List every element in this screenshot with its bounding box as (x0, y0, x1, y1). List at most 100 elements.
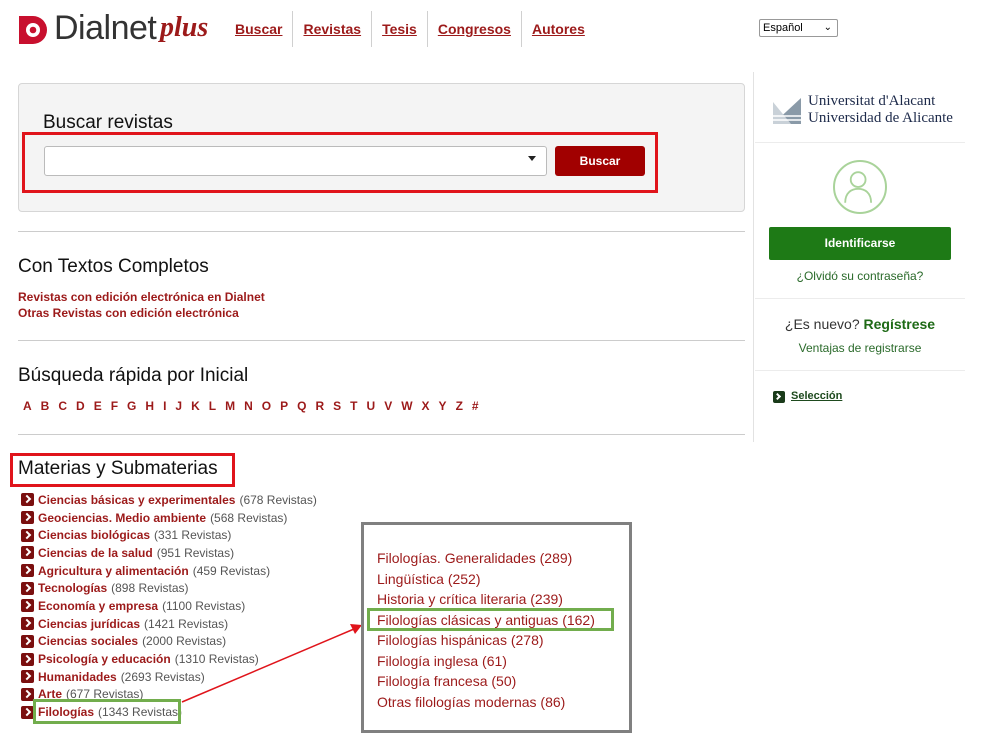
subject-count: (951 Revistas) (156, 545, 235, 560)
expand-arrow-icon[interactable] (21, 634, 34, 648)
highlight-subjects-frame (10, 453, 235, 487)
letter-link[interactable]: I (163, 399, 166, 413)
highlight-filologias-frame (33, 699, 181, 724)
register-prompt: ¿Es nuevo? Regístrese (769, 316, 951, 332)
subject-name[interactable]: Psicología y educación (38, 652, 171, 666)
subject-item[interactable]: Economía y empresa (1100 Revistas) (21, 597, 317, 615)
letter-link[interactable]: X (422, 399, 430, 413)
subject-item[interactable]: Geociencias. Medio ambiente (568 Revistas… (21, 509, 317, 527)
subject-name[interactable]: Ciencias jurídicas (38, 617, 140, 631)
expand-arrow-icon[interactable] (21, 670, 34, 684)
letter-link[interactable]: Z (456, 399, 463, 413)
logo-plus: plus (160, 12, 209, 43)
subject-count: (1100 Revistas) (162, 598, 246, 613)
expand-arrow-icon[interactable] (21, 493, 34, 507)
expand-arrow-icon[interactable] (21, 652, 34, 666)
letter-link[interactable]: V (384, 399, 392, 413)
submateria-item[interactable]: Lingüística (252) (377, 569, 595, 590)
letter-link[interactable]: Y (439, 399, 447, 413)
university-line-1: Universitat d'Alacant (808, 93, 936, 109)
dialnet-logo-icon (19, 16, 47, 44)
logo-text[interactable]: Dialnet (54, 9, 157, 48)
expand-arrow-icon[interactable] (21, 564, 34, 578)
letter-link[interactable]: L (209, 399, 216, 413)
subject-name[interactable]: Ciencias de la salud (38, 546, 153, 560)
letter-link[interactable]: S (333, 399, 341, 413)
link-other-electronic[interactable]: Otras Revistas con edición electrónica (18, 306, 239, 320)
expand-arrow-icon[interactable] (21, 511, 34, 525)
expand-arrow-icon[interactable] (21, 546, 34, 560)
university-name: Universitat d'Alacant Universidad de Ali… (808, 93, 953, 127)
letter-link[interactable]: R (315, 399, 324, 413)
selection-link[interactable]: Selección (791, 390, 842, 402)
letter-link[interactable]: W (401, 399, 412, 413)
nav-tesis[interactable]: Tesis (372, 11, 428, 47)
letter-link[interactable]: N (244, 399, 253, 413)
subject-item[interactable]: Agricultura y alimentación (459 Revistas) (21, 562, 317, 580)
subject-count: (459 Revistas) (192, 563, 271, 578)
letter-link[interactable]: # (472, 399, 479, 413)
subject-item[interactable]: Tecnologías (898 Revistas) (21, 579, 317, 597)
letter-link[interactable]: U (367, 399, 376, 413)
subject-name[interactable]: Ciencias básicas y experimentales (38, 493, 235, 507)
subject-count: (898 Revistas) (111, 581, 189, 596)
letter-link[interactable]: O (262, 399, 271, 413)
subject-name[interactable]: Geociencias. Medio ambiente (38, 511, 206, 525)
search-title: Buscar revistas (43, 112, 173, 133)
submateria-item[interactable]: Filologías. Generalidades (289) (377, 548, 595, 569)
register-link[interactable]: Regístrese (864, 316, 936, 332)
full-text-title: Con Textos Completos (18, 256, 209, 277)
divider (18, 231, 745, 232)
letter-link[interactable]: M (225, 399, 235, 413)
nav-autores[interactable]: Autores (522, 11, 595, 47)
nav-congresos[interactable]: Congresos (428, 11, 522, 47)
letter-link[interactable]: D (76, 399, 85, 413)
expand-arrow-icon[interactable] (21, 528, 34, 542)
divider (755, 298, 965, 299)
expand-arrow-icon[interactable] (21, 599, 34, 613)
subject-name[interactable]: Agricultura y alimentación (38, 564, 189, 578)
letter-link[interactable]: K (191, 399, 200, 413)
letter-link[interactable]: C (58, 399, 67, 413)
subject-name[interactable]: Humanidades (38, 670, 117, 684)
subject-name[interactable]: Tecnologías (38, 581, 107, 595)
subject-name[interactable]: Ciencias biológicas (38, 528, 150, 542)
expand-arrow-icon[interactable] (21, 617, 34, 631)
alphabet-index: A B C D E F G H I J K L M N O P Q R S T U V W X Y Z # (23, 399, 488, 413)
submateria-item[interactable]: Historia y crítica literaria (239) (377, 589, 595, 610)
language-value: Español (763, 22, 803, 34)
letter-link[interactable]: B (41, 399, 50, 413)
subject-item[interactable]: Ciencias básicas y experimentales (678 Re… (21, 491, 317, 509)
link-dialnet-electronic[interactable]: Revistas con edición electrónica en Dial… (18, 290, 265, 304)
letter-link[interactable]: E (94, 399, 102, 413)
subject-name[interactable]: Ciencias sociales (38, 634, 138, 648)
letter-link[interactable]: H (145, 399, 154, 413)
nav-revistas[interactable]: Revistas (293, 11, 373, 47)
submateria-item[interactable]: Filología francesa (50) (377, 671, 595, 692)
letter-link[interactable]: P (280, 399, 288, 413)
letter-link[interactable]: J (175, 399, 182, 413)
subject-item[interactable]: Ciencias biológicas (331 Revistas) (21, 526, 317, 544)
language-select[interactable]: Español ⌄ (759, 19, 838, 37)
register-advantages-link[interactable]: Ventajas de registrarse (769, 341, 951, 355)
forgot-password-link[interactable]: ¿Olvidó su contraseña? (769, 269, 951, 283)
letter-link[interactable]: Q (297, 399, 306, 413)
subject-count: (678 Revistas) (239, 492, 317, 507)
letter-link[interactable]: F (111, 399, 118, 413)
sidebar-border (753, 72, 754, 442)
subject-item[interactable]: Ciencias de la salud (951 Revistas) (21, 544, 317, 562)
submateria-item[interactable]: Filología inglesa (61) (377, 651, 595, 672)
submateria-item[interactable]: Filologías hispánicas (278) (377, 630, 595, 651)
login-button[interactable]: Identificarse (769, 227, 951, 260)
letter-link[interactable]: T (350, 399, 357, 413)
chevron-down-icon: ⌄ (823, 22, 832, 33)
university-logo-icon (771, 96, 803, 126)
expand-arrow-icon[interactable] (21, 581, 34, 595)
nav-buscar[interactable]: Buscar (225, 11, 294, 47)
letter-link[interactable]: A (23, 399, 32, 413)
subject-count: (568 Revistas) (210, 510, 288, 525)
divider (18, 340, 745, 341)
submateria-item[interactable]: Otras filologías modernas (86) (377, 692, 595, 713)
letter-link[interactable]: G (127, 399, 136, 413)
subject-name[interactable]: Economía y empresa (38, 599, 158, 613)
